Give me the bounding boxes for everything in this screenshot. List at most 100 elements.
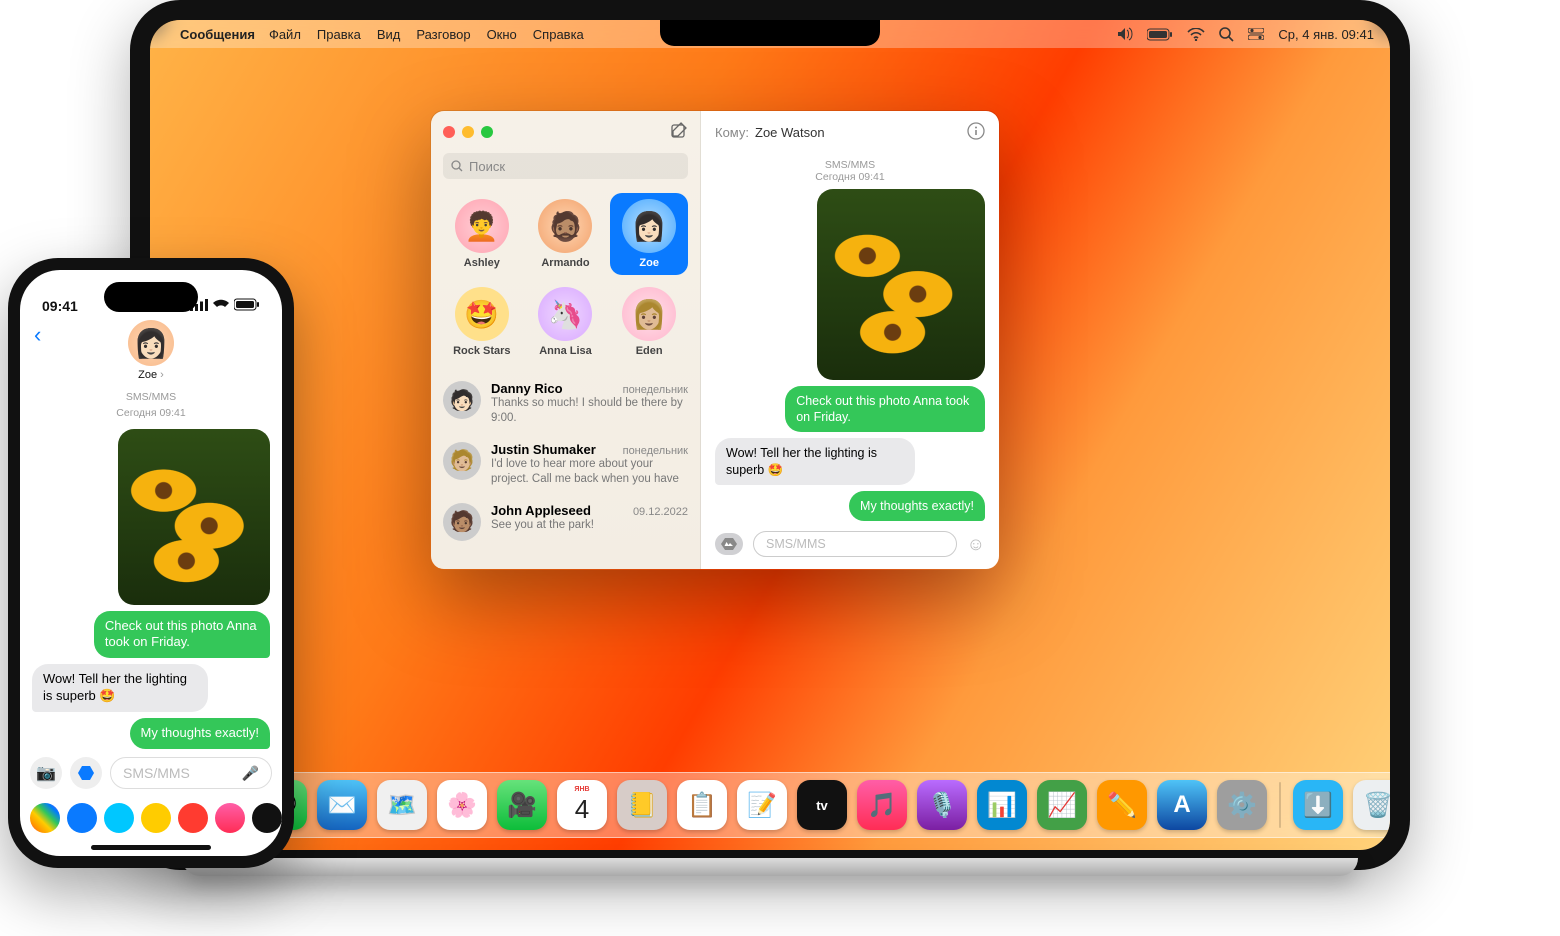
dock-podcasts[interactable]: 🎙️	[917, 780, 967, 830]
window-titlebar	[431, 111, 700, 153]
menubar-app-name[interactable]: Сообщения	[180, 27, 255, 42]
dock-downloads[interactable]: ⬇️	[1293, 780, 1343, 830]
conversation-item[interactable]: 🧑🏻 Danny Ricoпонедельник Thanks so much!…	[431, 373, 700, 434]
minimize-window-button[interactable]	[462, 126, 474, 138]
appstrip-store[interactable]	[30, 803, 60, 833]
pin-eden[interactable]: 👩🏼Eden	[610, 281, 688, 363]
conversation-item[interactable]: 🧑🏼 Justin Shumakerпонедельник I'd love t…	[431, 434, 700, 495]
time-stamp: Сегодня 09:41	[815, 171, 884, 183]
conversation-item[interactable]: 🧑🏽 John Appleseed09.12.2022 See you at t…	[431, 495, 700, 549]
message-photo[interactable]	[118, 429, 270, 605]
sms-stamp: SMS/MMS	[825, 159, 875, 171]
contact-name[interactable]: Zoe	[138, 369, 164, 381]
back-button[interactable]: ‹	[34, 322, 41, 348]
menu-view[interactable]: Вид	[377, 27, 401, 42]
dock-reminders[interactable]: 📋	[677, 780, 727, 830]
battery-icon	[234, 298, 260, 314]
menu-window[interactable]: Окно	[487, 27, 517, 42]
pin-ashley[interactable]: 🧑‍🦱Ashley	[443, 193, 521, 275]
compose-icon[interactable]	[670, 121, 688, 144]
appstrip-music[interactable]	[215, 803, 245, 833]
calendar-month: Янв	[574, 786, 589, 793]
message-placeholder: SMS/MMS	[123, 765, 190, 781]
message-input[interactable]: SMS/MMS	[753, 531, 957, 557]
dock-notes[interactable]: 📝	[737, 780, 787, 830]
dock-settings[interactable]: ⚙️	[1217, 780, 1267, 830]
conversation-list: 🧑🏻 Danny Ricoпонедельник Thanks so much!…	[431, 373, 700, 569]
dock-appstore[interactable]: A	[1157, 780, 1207, 830]
macbook-base	[182, 858, 1358, 876]
calendar-day: 4	[575, 794, 589, 825]
dynamic-island	[104, 282, 198, 312]
dock-mail[interactable]: ✉️	[317, 780, 367, 830]
message-out[interactable]: Check out this photo Anna took on Friday…	[94, 611, 270, 659]
phone-compose-bar: 📷 SMS/MMS 🎤	[20, 749, 282, 797]
close-window-button[interactable]	[443, 126, 455, 138]
dock-photos[interactable]: 🌸	[437, 780, 487, 830]
message-photo[interactable]	[817, 189, 985, 380]
chat-panel: Кому: Zoe Watson SMS/MMS Сегодня 09:41 C…	[701, 111, 999, 569]
apps-button[interactable]	[70, 757, 102, 789]
status-time: 09:41	[42, 298, 78, 314]
contact-avatar[interactable]: 👩🏻	[128, 320, 174, 366]
zoom-window-button[interactable]	[481, 126, 493, 138]
wifi-icon	[213, 298, 229, 314]
appstrip-digital[interactable]	[252, 803, 282, 833]
search-placeholder: Поиск	[469, 159, 505, 174]
pin-zoe[interactable]: 👩🏻Zoe	[610, 193, 688, 275]
message-out[interactable]: My thoughts exactly!	[130, 718, 271, 749]
dock-facetime[interactable]: 🎥	[497, 780, 547, 830]
appstrip-audio[interactable]	[104, 803, 134, 833]
appstrip-appstore[interactable]	[67, 803, 97, 833]
dock-pages[interactable]: ✏️	[1097, 780, 1147, 830]
dock-tv[interactable]: tv	[797, 780, 847, 830]
spotlight-icon[interactable]	[1219, 27, 1234, 42]
messages-app-strip[interactable]	[20, 797, 282, 841]
pin-armando[interactable]: 🧔🏽Armando	[527, 193, 605, 275]
dock-trash[interactable]: 🗑️	[1353, 780, 1390, 830]
pin-rock-stars[interactable]: 🤩Rock Stars	[443, 281, 521, 363]
phone-thread[interactable]: SMS/MMS Сегодня 09:41 Check out this pho…	[20, 387, 282, 749]
to-label: Кому:	[715, 125, 749, 140]
dictation-icon[interactable]: 🎤	[242, 765, 259, 782]
time-stamp: Сегодня 09:41	[32, 407, 270, 419]
recipient-name[interactable]: Zoe Watson	[755, 125, 825, 140]
control-center-icon[interactable]	[1248, 28, 1264, 40]
pin-anna-lisa[interactable]: 🦄Anna Lisa	[527, 281, 605, 363]
message-out[interactable]: Check out this photo Anna took on Friday…	[785, 386, 985, 433]
apps-button[interactable]	[715, 533, 743, 555]
phone-chat-header: ‹ 👩🏻 Zoe	[20, 318, 282, 387]
message-thread[interactable]: SMS/MMS Сегодня 09:41 Check out this pho…	[701, 153, 999, 521]
message-out[interactable]: My thoughts exactly!	[849, 491, 985, 521]
dock-music[interactable]: 🎵	[857, 780, 907, 830]
info-icon[interactable]	[967, 122, 985, 143]
compose-bar: SMS/MMS ☺	[701, 521, 999, 569]
emoji-picker-icon[interactable]: ☺	[967, 534, 985, 555]
menu-edit[interactable]: Правка	[317, 27, 361, 42]
messages-window: Поиск 🧑‍🦱Ashley 🧔🏽Armando 👩🏻Zoe 🤩Rock St…	[430, 110, 1000, 570]
dock-numbers[interactable]: 📈	[1037, 780, 1087, 830]
menu-file[interactable]: Файл	[269, 27, 301, 42]
pinned-contacts: 🧑‍🦱Ashley 🧔🏽Armando 👩🏻Zoe 🤩Rock Stars 🦄A…	[431, 189, 700, 373]
battery-icon[interactable]	[1147, 28, 1173, 41]
search-input[interactable]: Поиск	[443, 153, 688, 179]
search-icon	[451, 160, 463, 172]
message-in[interactable]: Wow! Tell her the lighting is superb 🤩	[715, 438, 915, 485]
wifi-icon[interactable]	[1187, 28, 1205, 41]
camera-button[interactable]: 📷	[30, 757, 62, 789]
appstrip-photos[interactable]	[178, 803, 208, 833]
message-input[interactable]: SMS/MMS 🎤	[110, 757, 272, 789]
volume-icon[interactable]	[1117, 27, 1133, 41]
home-indicator[interactable]	[91, 845, 211, 850]
dock-calendar[interactable]: Янв 4	[557, 780, 607, 830]
appstrip-memoji[interactable]	[141, 803, 171, 833]
dock: 🙂 🧭 💬 ✉️ 🗺️ 🌸 🎥 Янв 4 📒 📋 📝 tv 🎵 🎙️ 📊 📈 …	[150, 772, 1390, 838]
message-in[interactable]: Wow! Tell her the lighting is superb 🤩	[32, 664, 208, 712]
menu-conversation[interactable]: Разговор	[416, 27, 470, 42]
dock-keynote[interactable]: 📊	[977, 780, 1027, 830]
dock-maps[interactable]: 🗺️	[377, 780, 427, 830]
dock-contacts[interactable]: 📒	[617, 780, 667, 830]
chat-header: Кому: Zoe Watson	[701, 111, 999, 153]
menubar-clock[interactable]: Ср, 4 янв. 09:41	[1278, 27, 1374, 42]
menu-help[interactable]: Справка	[533, 27, 584, 42]
